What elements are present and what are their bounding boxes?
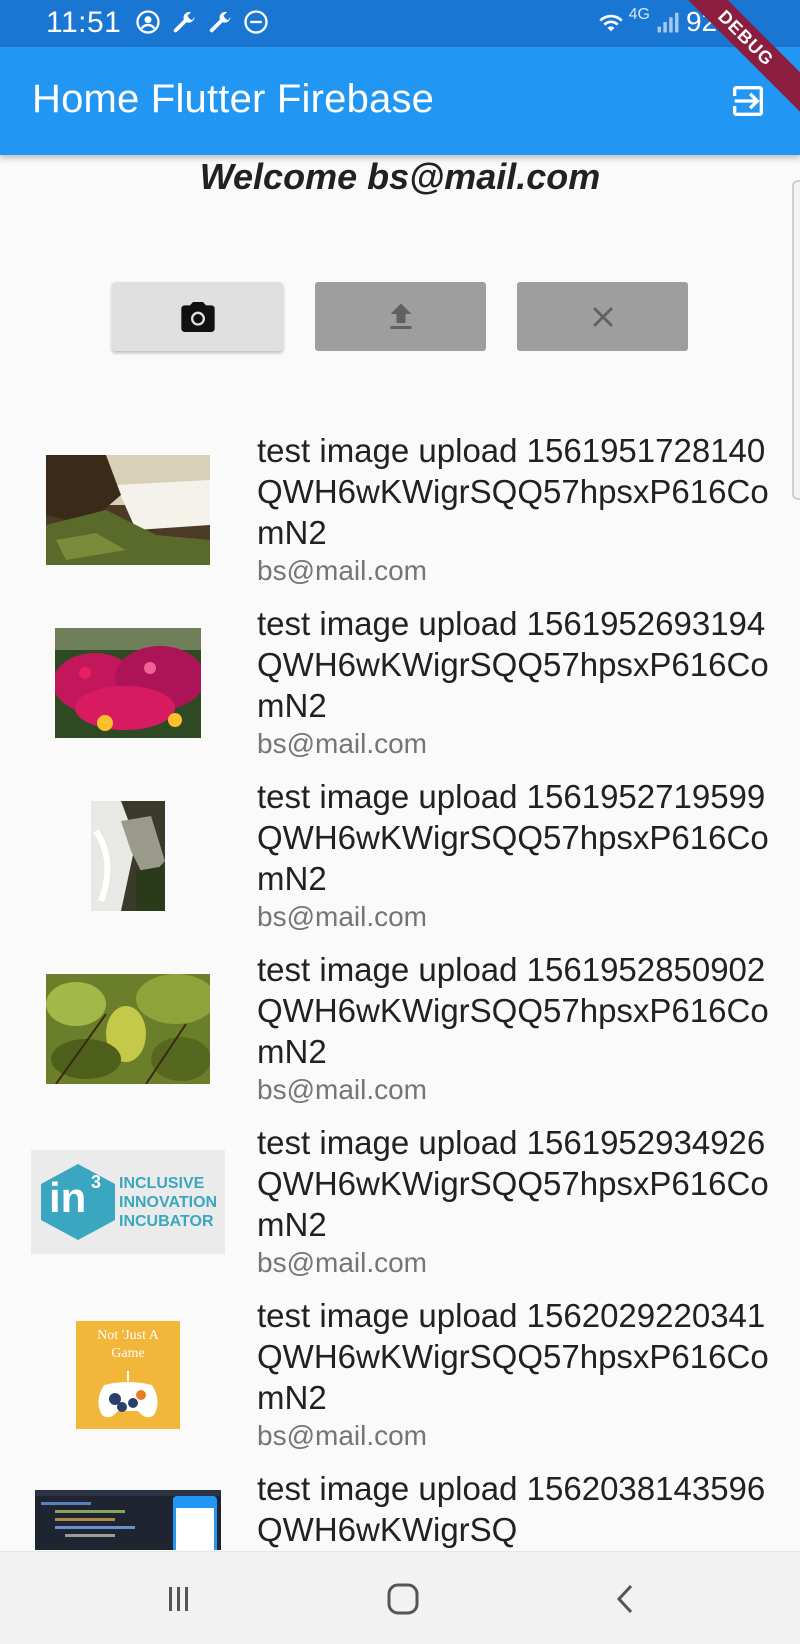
item-title: test image upload 1561951728140QWH6wKWig…	[257, 432, 769, 551]
system-nav-bar	[0, 1551, 800, 1644]
item-title: test image upload 1561952934926QWH6wKWig…	[257, 1124, 769, 1243]
item-text: test image upload 1561952719599QWH6wKWig…	[257, 776, 777, 935]
item-text: test image upload 1562029220341QWH6wKWig…	[257, 1295, 777, 1454]
list-item[interactable]: in 3 INCLUSIVE INNOVATION INCUBATOR test…	[0, 1122, 800, 1295]
status-icons-left	[134, 8, 270, 36]
wrench-icon	[173, 11, 195, 33]
item-title: test image upload 1562029220341QWH6wKWig…	[257, 1297, 769, 1416]
welcome-text: Welcome bs@mail.com	[199, 156, 601, 197]
item-email: bs@mail.com	[257, 728, 428, 759]
signal-icon	[657, 12, 679, 33]
item-text: test image upload 1561952693194QWH6wKWig…	[257, 603, 777, 762]
item-text: test image upload 1562038143596QWH6wKWig…	[257, 1468, 777, 1550]
thumbnail	[30, 613, 226, 753]
list-item[interactable]: test image upload 1562038143596QWH6wKWig…	[0, 1468, 800, 1550]
incubator-logo: in 3 INCLUSIVE INNOVATION INCUBATOR	[31, 1150, 225, 1254]
upload-list[interactable]: test image upload 1561951728140QWH6wKWig…	[0, 430, 800, 1550]
recent-apps-icon	[169, 1587, 188, 1611]
thumbnail: in 3 INCLUSIVE INNOVATION INCUBATOR	[30, 1132, 226, 1272]
thumbnail	[30, 440, 226, 580]
logo-sup: 3	[91, 1172, 102, 1192]
stream-image	[91, 801, 165, 911]
back-button[interactable]	[602, 1574, 652, 1624]
status-time: 11:51	[46, 6, 122, 39]
thumbnail: Not 'Just A Game	[30, 1305, 226, 1445]
leaves-image	[46, 974, 210, 1084]
debug-banner: DEBUG	[680, 0, 800, 119]
back-icon	[616, 1584, 633, 1614]
camera-icon	[180, 301, 215, 332]
upload-icon	[390, 303, 411, 329]
upload-button[interactable]	[315, 282, 486, 351]
code-screenshot-image	[35, 1490, 221, 1550]
item-email: bs@mail.com	[257, 555, 428, 586]
wrench-icon	[209, 11, 231, 33]
item-email: bs@mail.com	[257, 1420, 428, 1451]
item-text: test image upload 1561951728140QWH6wKWig…	[257, 430, 777, 589]
network-type: 4G	[628, 6, 650, 23]
clear-button[interactable]	[517, 282, 688, 351]
item-title: test image upload 1561952693194QWH6wKWig…	[257, 605, 769, 724]
list-item[interactable]: test image upload 1561951728140QWH6wKWig…	[0, 430, 800, 603]
flowers-image	[55, 628, 201, 738]
logo-mark: in	[49, 1174, 87, 1221]
item-title: test image upload 1562038143596QWH6wKWig…	[257, 1470, 766, 1548]
camera-button[interactable]	[112, 282, 283, 351]
item-text: test image upload 1561952934926QWH6wKWig…	[257, 1122, 777, 1281]
logo-line: INNOVATION	[119, 1194, 218, 1211]
game-logo: Not 'Just A Game	[76, 1321, 180, 1429]
item-email: bs@mail.com	[257, 1247, 428, 1278]
game-logo-text: Not 'Just A Game	[97, 1328, 159, 1361]
list-item[interactable]: test image upload 1561952850902QWH6wKWig…	[0, 949, 800, 1122]
waterfall-image	[46, 455, 210, 565]
debug-banner-wrap: DEBUG	[680, 0, 800, 120]
app-title: Home Flutter Firebase	[32, 77, 435, 121]
do-not-disturb-icon	[244, 10, 268, 34]
list-item[interactable]: test image upload 1561952693194QWH6wKWig…	[0, 603, 800, 776]
logo-line: INCUBATOR	[119, 1213, 214, 1230]
thumbnail	[30, 959, 226, 1099]
thumbnail	[30, 786, 226, 926]
item-title: test image upload 1561952850902QWH6wKWig…	[257, 951, 769, 1070]
list-item[interactable]: test image upload 1561952719599QWH6wKWig…	[0, 776, 800, 949]
thumbnail	[30, 1490, 226, 1550]
home-button[interactable]	[378, 1574, 428, 1624]
wifi-icon	[598, 14, 623, 32]
account-circle-icon	[136, 10, 160, 34]
item-email: bs@mail.com	[257, 1074, 428, 1105]
item-text: test image upload 1561952850902QWH6wKWig…	[257, 949, 777, 1108]
home-icon	[387, 1583, 419, 1615]
item-email: bs@mail.com	[257, 901, 428, 932]
logo-line: INCLUSIVE	[119, 1175, 205, 1192]
close-icon	[592, 306, 613, 327]
list-item[interactable]: Not 'Just A Game test image upload 15620…	[0, 1295, 800, 1468]
item-title: test image upload 1561952719599QWH6wKWig…	[257, 778, 769, 897]
recent-apps-button[interactable]	[154, 1574, 204, 1624]
